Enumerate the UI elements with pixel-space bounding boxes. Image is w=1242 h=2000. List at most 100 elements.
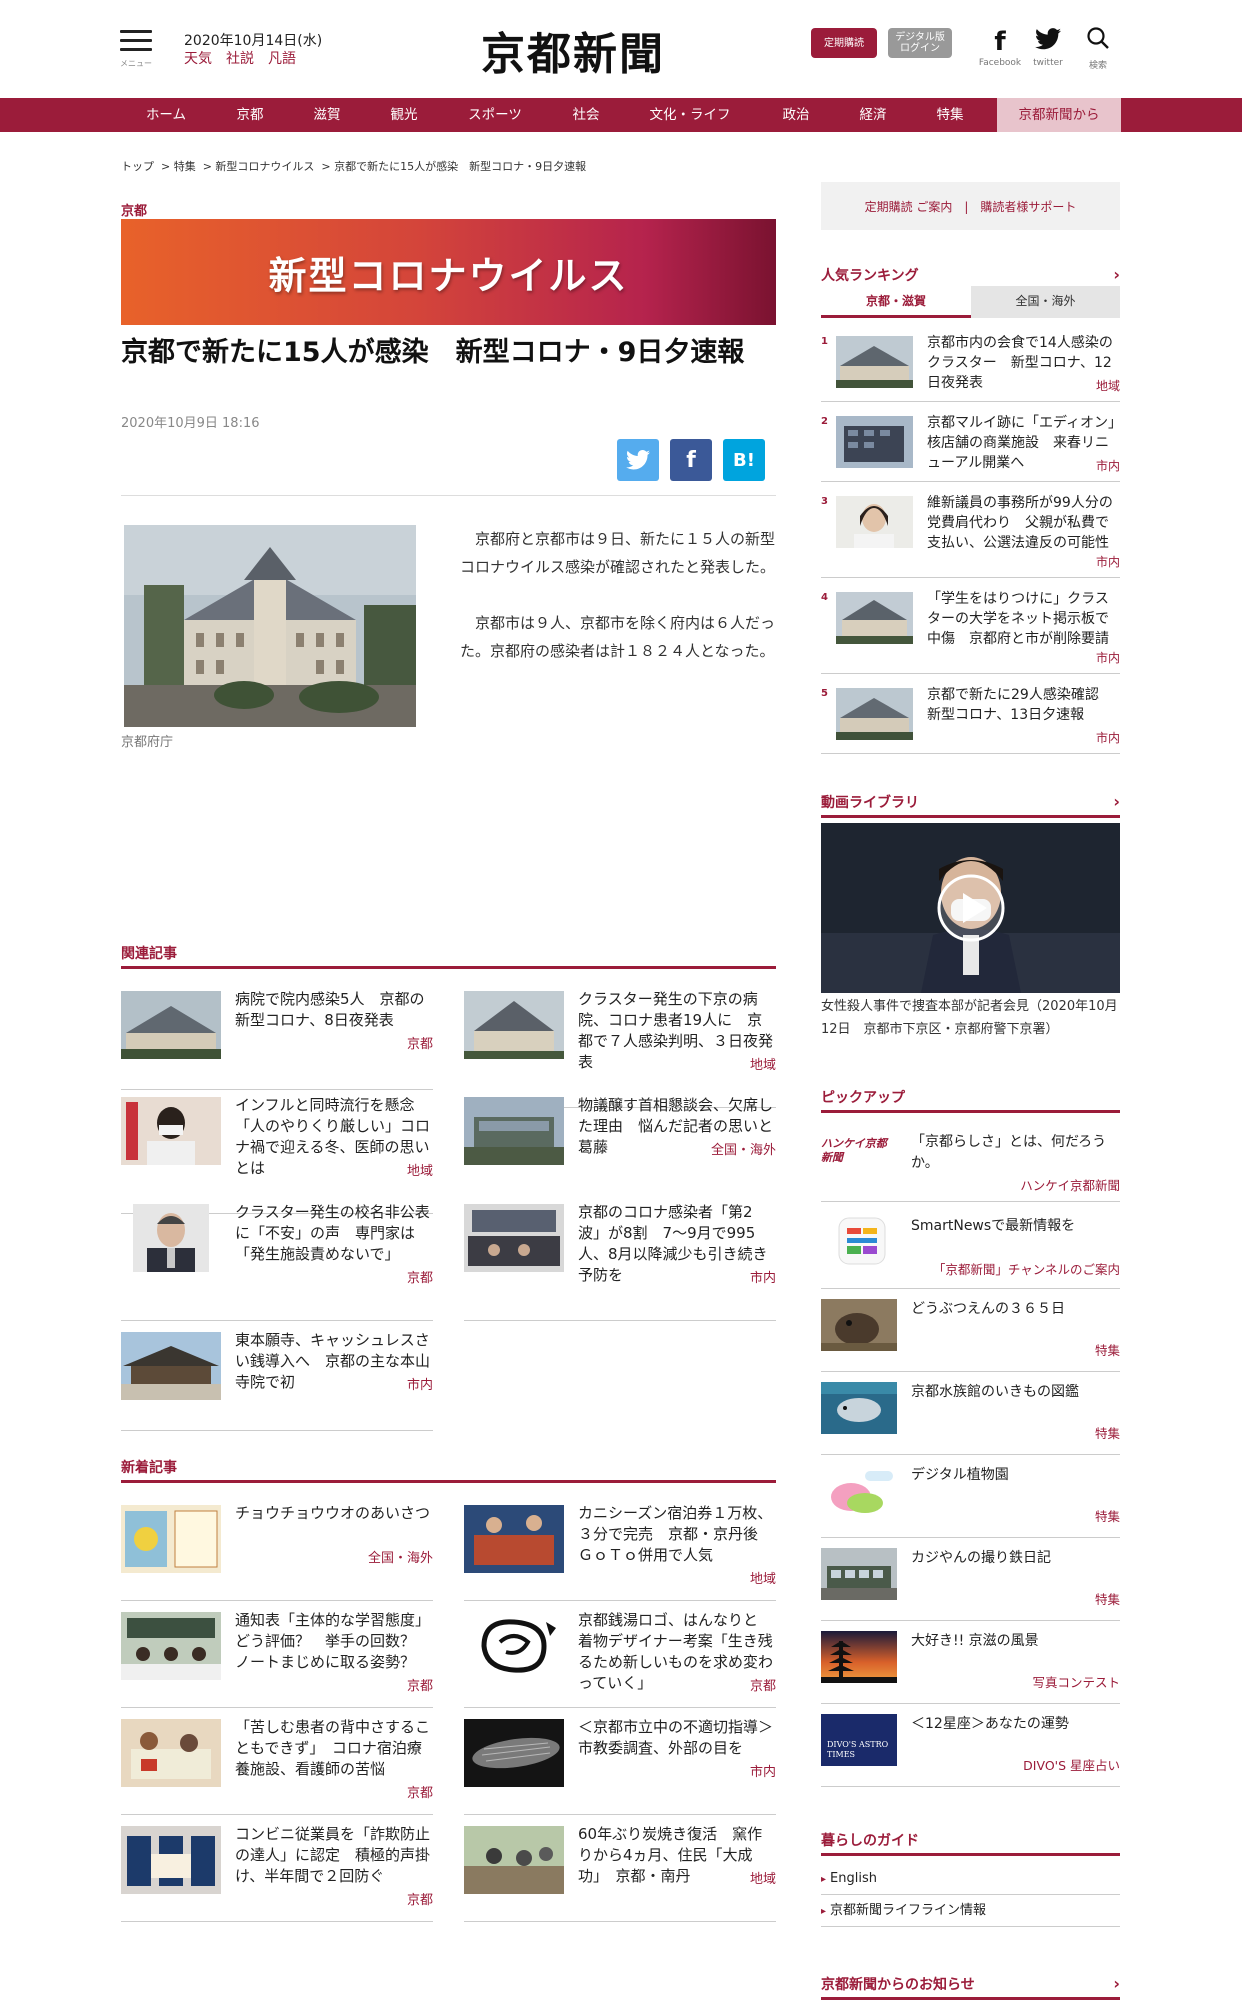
related-item[interactable]: 東本願寺、キャッシュレスさい銭導入へ 京都の主な本山寺院で初 市内	[121, 1331, 433, 1431]
latest-item[interactable]: 「苦しむ患者の背中さすることもできず」 コロナ宿泊療養施設、看護師の苦悩 京都	[121, 1718, 433, 1815]
related-item[interactable]: インフルと同時流行を懸念 「人のやりくり厳しい」コロナ禍で迎える冬、医師の思いと…	[121, 1096, 433, 1214]
pickup-item[interactable]: デジタル植物園 特集	[821, 1465, 1120, 1538]
site-header: メニュー 2020年10月14日(水) 天気 社説 凡語 京都新聞 定期購読 デジタ…	[0, 0, 1242, 98]
rank-number: 3	[821, 496, 828, 507]
facebook-link[interactable]: f Facebook	[978, 26, 1022, 68]
share-facebook-button[interactable]: f	[670, 439, 712, 481]
ranking-item[interactable]: 5 京都で新たに29人感染確認 新型コロナ、13日夕速報 市内	[821, 687, 1120, 754]
chevron-right-icon: ›	[1113, 792, 1120, 811]
rank-number: 4	[821, 592, 828, 603]
pickup-item[interactable]: ハンケイ京都新聞 「京都らしさ」とは、何だろうか。 ハンケイ京都新聞	[821, 1129, 1120, 1202]
ranking-item[interactable]: 4 「学生をはりつけに」クラスターの大学をネット掲示板で中傷 京都府と市が削除要…	[821, 591, 1120, 674]
twitter-icon	[1030, 26, 1066, 58]
pickup-item[interactable]: DIVO'S ASTRO TIMES ＜12星座＞あなたの運勢 DIVO'S 星…	[821, 1714, 1120, 1787]
thumbnail	[464, 1204, 564, 1272]
notice-heading[interactable]: 京都新聞からのお知らせ ›	[821, 1974, 1120, 2000]
article-photo-kyoto-prefectural-office[interactable]	[124, 525, 416, 727]
ranking-title: 維新議員の事務所が99人分の党費肩代わり 父親が私費で支払い、公選法違反の可能性	[927, 495, 1113, 551]
twitter-label: twitter	[1033, 58, 1063, 68]
latest-heading: 新着記事	[121, 1457, 776, 1483]
ranking-item[interactable]: 3 維新議員の事務所が99人分の党費肩代わり 父親が私費で支払い、公選法違反の可…	[821, 495, 1120, 578]
latest-item[interactable]: チョウチョウウオのあいさつ 全国・海外	[121, 1504, 433, 1601]
tab-kyoto-shiga[interactable]: 京都・滋賀	[821, 286, 971, 318]
share-hatena-button[interactable]: B!	[723, 439, 765, 481]
related-title: 病院で院内感染5人 京都の新型コロナ、8日夜発表	[235, 990, 425, 1029]
latest-item[interactable]: 60年ぶり炭焼き復活 窯作りから4ヵ月、住民「大成功」 京都・南丹 地域	[464, 1825, 776, 1922]
related-item[interactable]: 病院で院内感染5人 京都の新型コロナ、8日夜発表 京都	[121, 990, 433, 1090]
nav-home[interactable]: ホーム	[140, 98, 192, 132]
pickup-title: 大好き!! 京滋の風景	[911, 1633, 1039, 1649]
thumbnail	[836, 336, 913, 388]
video-player[interactable]	[821, 823, 1120, 993]
search-icon	[1082, 26, 1114, 58]
pickup-item[interactable]: 大好き!! 京滋の風景 写真コンテスト	[821, 1631, 1120, 1704]
related-item[interactable]: 京都のコロナ感染者「第2波」が8割 7～9月で995人、8月以降減少も引き続き予…	[464, 1203, 776, 1321]
thumbnail	[121, 1505, 221, 1573]
nav-kyoto[interactable]: 京都	[224, 98, 276, 132]
pickup-sub: 写真コンテスト	[1032, 1675, 1120, 1690]
latest-item[interactable]: 通知表「主体的な学習態度」どう評価？ 挙手の回数？ ノートまじめに取る姿勢？ 京…	[121, 1611, 433, 1708]
thumbnail	[836, 416, 913, 468]
search-link[interactable]: 検索	[1082, 26, 1114, 71]
related-category: 市内	[749, 1271, 776, 1286]
nav-from-kyoto-np[interactable]: 京都新聞から	[997, 98, 1121, 132]
guide-link-lifeline[interactable]: 京都新聞ライフライン情報	[821, 1895, 1120, 1927]
nav-sports[interactable]: スポーツ	[458, 98, 532, 132]
rank-number: 1	[821, 336, 828, 347]
pickup-item[interactable]: 京都水族館のいきもの図鑑 特集	[821, 1382, 1120, 1455]
thumbnail	[464, 1505, 564, 1573]
video-heading[interactable]: 動画ライブラリ ›	[821, 792, 1120, 818]
latest-title: コンビニ従業員を「詐欺防止の達人」に認定 積極的声掛け、半年間で２回防ぐ	[235, 1825, 431, 1885]
related-title: インフルと同時流行を懸念 「人のやりくり厳しい」コロナ禍で迎える冬、医師の思いと…	[235, 1096, 431, 1177]
twitter-icon	[626, 450, 650, 470]
latest-item[interactable]: ＜京都市立中の不適切指導＞市教委調査、外部の目を 市内	[464, 1718, 776, 1815]
pickup-item[interactable]: カジやんの撮り鉄日記 特集	[821, 1548, 1120, 1621]
nav-politics[interactable]: 政治	[770, 98, 822, 132]
related-item[interactable]: クラスター発生の下京の病院、コロナ患者19人に 京都で７人感染判明、３日夜発表 …	[464, 990, 776, 1108]
ranking-title: 京都で新たに29人感染確認 新型コロナ、13日夕速報	[927, 687, 1113, 723]
nav-culture[interactable]: 文化・ライフ	[640, 98, 740, 132]
related-category: 京都	[406, 1037, 433, 1052]
nav-features[interactable]: 特集	[924, 98, 976, 132]
site-logo[interactable]: 京都新聞	[481, 18, 665, 82]
facebook-label: Facebook	[978, 58, 1022, 68]
pickup-sub: 特集	[1094, 1592, 1120, 1607]
ranking-tabs: 京都・滋賀 全国・海外	[821, 286, 1120, 318]
weather-link[interactable]: 天気	[184, 51, 212, 67]
subscribe-button[interactable]: 定期購読	[811, 28, 877, 58]
related-item[interactable]: クラスター発生の校名非公表に「不安」の声 専門家は「発生施設責めないで」 京都	[121, 1203, 433, 1321]
pickup-item[interactable]: SmartNewsで最新情報を 「京都新聞」チャンネルのご案内	[821, 1216, 1120, 1289]
nav-economy[interactable]: 経済	[847, 98, 899, 132]
ranking-item[interactable]: 1 京都市内の会食で14人感染のクラスター 新型コロナ、12日夜発表 地域	[821, 335, 1120, 402]
video-heading-text: 動画ライブラリ	[821, 795, 919, 811]
twitter-link[interactable]: twitter	[1030, 26, 1066, 68]
subscription-support-box[interactable]: 定期購読 ご案内 | 購読者様サポート	[821, 182, 1120, 230]
nav-shiga[interactable]: 滋賀	[301, 98, 353, 132]
nav-sightseeing[interactable]: 観光	[378, 98, 430, 132]
latest-category: 地域	[749, 1872, 776, 1887]
pickup-item[interactable]: どうぶつえんの３６５日 特集	[821, 1299, 1120, 1372]
pickup-heading-text: ピックアップ	[821, 1090, 905, 1106]
editorial-link[interactable]: 社説	[226, 51, 254, 67]
ranking-heading-text: 人気ランキング	[821, 268, 919, 284]
digital-login-button[interactable]: デジタル版 ログイン	[888, 28, 952, 58]
share-twitter-button[interactable]	[617, 439, 659, 481]
nav-society[interactable]: 社会	[560, 98, 612, 132]
tab-national-overseas[interactable]: 全国・海外	[971, 286, 1120, 318]
ranking-title: 「学生をはりつけに」クラスターの大学をネット掲示板で中傷 京都府と市が削除要請	[927, 591, 1109, 647]
latest-item[interactable]: カニシーズン宿泊券１万枚、３分で完売 京都・京丹後 ＧｏＴｏ併用で人気 地域	[464, 1504, 776, 1601]
menu-button[interactable]: メニュー	[120, 30, 152, 70]
guide-link-english[interactable]: English	[821, 1863, 1120, 1895]
latest-item[interactable]: 京都銭湯ロゴ、はんなりと 着物デザイナー考案「生き残るため新しいものを求め変わっ…	[464, 1611, 776, 1708]
pickup-title: デジタル植物園	[911, 1467, 1009, 1483]
feature-banner[interactable]: 新型コロナウイルス	[121, 219, 776, 325]
thumbnail	[121, 1719, 221, 1787]
thumbnail	[121, 991, 221, 1059]
latest-item[interactable]: コンビニ従業員を「詐欺防止の達人」に認定 積極的声掛け、半年間で２回防ぐ 京都	[121, 1825, 433, 1922]
bongo-link[interactable]: 凡語	[268, 51, 296, 67]
ranking-item[interactable]: 2 京都マルイ跡に「エディオン」核店舗の商業施設 来春リニューアル開業へ 市内	[821, 415, 1120, 482]
breadcrumb[interactable]: トップ > 特集 > 新型コロナウイルス > 京都で新たに15人が感染 新型コロ…	[121, 158, 586, 174]
region-tag[interactable]: 京都	[121, 200, 147, 219]
related-item[interactable]: 物議醸す首相懇談会、欠席した理由 悩んだ記者の思いと葛藤 全国・海外	[464, 1096, 776, 1196]
article-paragraph: 京都府と京都市は９日、新たに１５人の新型コロナウイルス感染が確認されたと発表した…	[460, 530, 776, 576]
